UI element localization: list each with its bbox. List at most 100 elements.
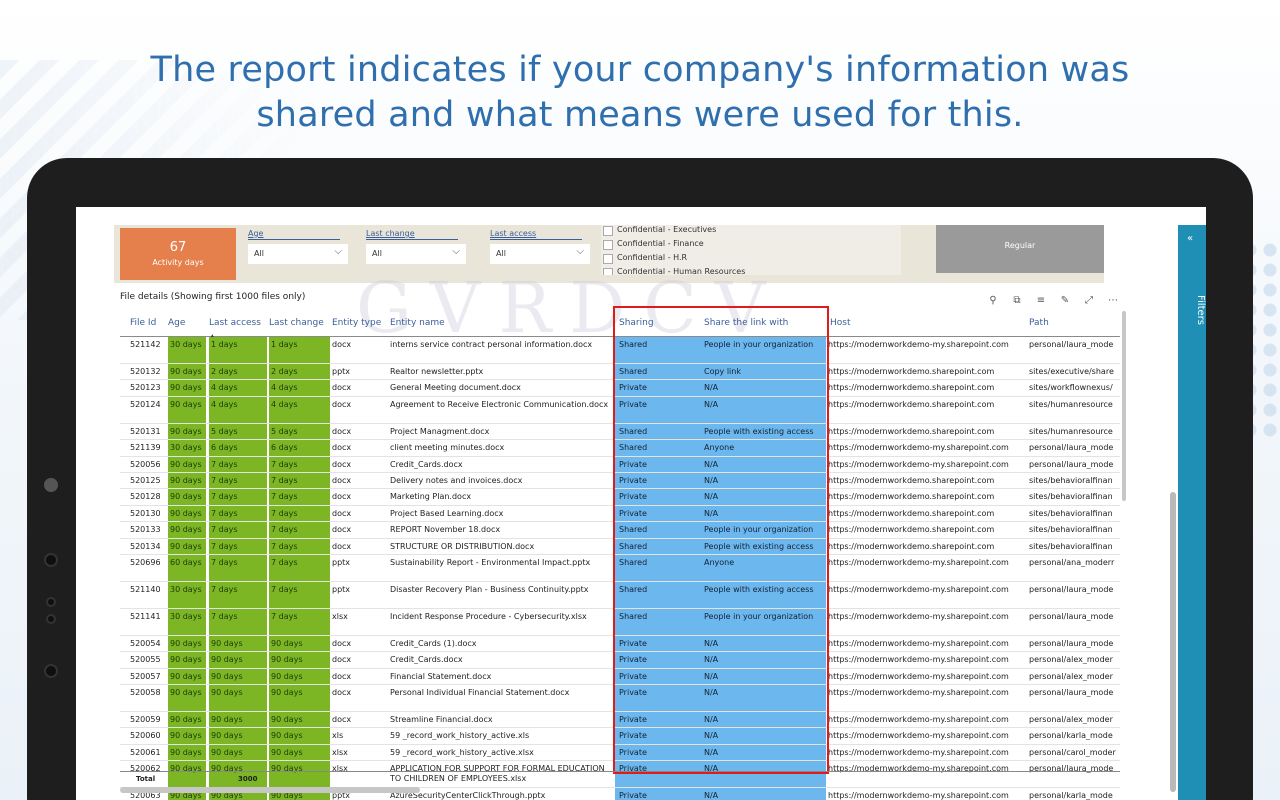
cell-host: https://modernworkdemo-my.sharepoint.com <box>828 747 1009 757</box>
cell-share-link-with: N/A <box>700 788 826 800</box>
cell-host: https://modernworkdemo.sharepoint.com <box>828 508 995 518</box>
col-age[interactable]: Age <box>168 318 185 328</box>
kpi-label: Activity days <box>152 258 204 267</box>
cell-path: personal/carol_moder <box>1029 747 1116 757</box>
table-row[interactable]: 520128 90 days 7 days 7 days docx Marketing P… <box>120 489 1120 506</box>
cell-share-link-with: N/A <box>700 652 826 668</box>
regular-button[interactable]: Regular <box>936 225 1104 273</box>
col-entity-type[interactable]: Entity type <box>332 318 381 328</box>
filter-icon[interactable]: ≡ <box>1034 295 1048 309</box>
col-host[interactable]: Host <box>830 318 851 328</box>
cell-sharing: Shared <box>615 337 701 363</box>
table-row[interactable]: 520061 90 days 90 days 90 days xlsx 59 _recor… <box>120 744 1120 762</box>
cell-entity-type: docx <box>332 399 352 409</box>
cell-last-change: 7 days <box>269 456 330 472</box>
cell-path: personal/laura_mode <box>1029 459 1114 469</box>
col-file-id[interactable]: File Id <box>130 318 156 328</box>
table-body: 521142 30 days 1 days 1 days docx interns ser… <box>120 337 1120 800</box>
cell-host: https://modernworkdemo.sharepoint.com <box>828 475 995 485</box>
table-row[interactable]: 520054 90 days 90 days 90 days docx Credit_Ca… <box>120 635 1120 653</box>
cell-file-id: 520125 <box>130 475 161 485</box>
col-sharing[interactable]: Sharing <box>619 318 654 328</box>
table-row[interactable]: 520124 90 days 4 days 4 days docx Agreement t… <box>120 396 1120 424</box>
cell-sharing: Private <box>615 685 701 712</box>
cell-entity-name: Project Based Learning.docx <box>390 508 504 518</box>
cell-path: sites/workflownexus/ <box>1029 383 1113 393</box>
cell-entity-type: docx <box>332 525 352 535</box>
table-row[interactable]: 520057 90 days 90 days 90 days docx Financial… <box>120 668 1120 686</box>
cell-file-id: 520133 <box>130 525 161 535</box>
copy-icon[interactable]: ⧉ <box>1010 295 1024 309</box>
cell-entity-name: Credit_Cards.docx <box>390 459 463 469</box>
vertical-scrollbar[interactable] <box>1122 311 1126 501</box>
cell-entity-name: AzureSecurityCenterClickThrough.pptx <box>390 791 546 800</box>
col-path[interactable]: Path <box>1029 318 1049 328</box>
cell-host: https://modernworkdemo-my.sharepoint.com <box>828 340 1009 349</box>
last-change-dropdown[interactable]: All ⌵ <box>366 244 466 264</box>
table-row[interactable]: 520133 90 days 7 days 7 days docx REPORT Nove… <box>120 522 1120 539</box>
cell-entity-type: docx <box>332 655 352 665</box>
col-last-access[interactable]: Last access <box>209 318 261 328</box>
collapse-icon[interactable]: « <box>1187 233 1193 244</box>
cell-sharing: Shared <box>615 364 701 380</box>
cell-path: sites/humanresource <box>1029 426 1113 436</box>
cell-host: https://modernworkdemo-my.sharepoint.com <box>828 611 1009 621</box>
cell-share-link-with: N/A <box>700 396 826 423</box>
cell-file-id: 520059 <box>130 715 161 725</box>
label-checkbox[interactable]: Confidential - Executives <box>601 225 901 239</box>
filters-pane[interactable]: « Filters <box>1178 225 1206 800</box>
table-row[interactable]: 520058 90 days 90 days 90 days docx Personal … <box>120 685 1120 713</box>
cell-file-id: 520055 <box>130 655 161 665</box>
cell-path: personal/alex_moder <box>1029 655 1113 665</box>
cell-last-access: 7 days <box>209 456 267 472</box>
cell-path: personal/alex_moder <box>1029 715 1113 725</box>
cell-file-id: 520128 <box>130 492 161 502</box>
format-icon[interactable]: ✎ <box>1058 295 1072 309</box>
horizontal-scrollbar[interactable] <box>120 787 420 793</box>
last-access-dropdown[interactable]: All ⌵ <box>490 244 590 264</box>
slicer-title: Last change <box>366 229 458 240</box>
table-row[interactable]: 520130 90 days 7 days 7 days docx Project Bas… <box>120 505 1120 523</box>
table-row[interactable]: 520056 90 days 7 days 7 days docx Credit_Card… <box>120 456 1120 473</box>
page-scrollbar[interactable] <box>1170 492 1176 792</box>
cell-entity-type: xlsx <box>332 611 348 621</box>
label-checkbox[interactable]: Confidential - Finance <box>601 239 901 253</box>
col-entity-name[interactable]: Entity name <box>390 318 445 328</box>
more-options-icon[interactable]: ⋯ <box>1106 295 1120 309</box>
focus-mode-icon[interactable]: ⤢ <box>1082 295 1096 309</box>
table-row[interactable]: 520123 90 days 4 days 4 days docx General Mee… <box>120 380 1120 397</box>
cell-last-change: 90 days <box>269 712 330 728</box>
cell-last-change: 1 days <box>269 337 330 363</box>
slicer-title: Last access <box>490 229 582 240</box>
table-row[interactable]: 520696 60 days 7 days 7 days pptx Sustainabil… <box>120 554 1120 582</box>
cell-share-link-with: N/A <box>700 380 826 396</box>
table-row[interactable]: 520125 90 days 7 days 7 days docx Delivery no… <box>120 472 1120 490</box>
table-row[interactable]: 520131 90 days 5 days 5 days docx Project Man… <box>120 423 1120 441</box>
cell-last-change: 7 days <box>269 505 330 522</box>
age-dropdown[interactable]: All ⌵ <box>248 244 348 264</box>
table-row[interactable]: 520132 90 days 2 days 2 days pptx Realtor new… <box>120 364 1120 381</box>
col-last-change[interactable]: Last change <box>269 318 324 328</box>
table-row[interactable]: 521141 30 days 7 days 7 days xlsx Incident Re… <box>120 608 1120 636</box>
cell-path: personal/laura_mode <box>1029 611 1114 621</box>
table-row[interactable]: 520060 90 days 90 days 90 days xls 59 _record… <box>120 728 1120 745</box>
table-row[interactable]: 520059 90 days 90 days 90 days docx Streamlin… <box>120 712 1120 729</box>
table-row[interactable]: 521140 30 days 7 days 7 days pptx Disaster Re… <box>120 581 1120 609</box>
cell-last-change: 4 days <box>269 396 330 423</box>
kpi-card[interactable]: 67 Activity days <box>120 228 236 280</box>
cell-age: 90 days <box>168 635 206 652</box>
table-row[interactable]: 520055 90 days 90 days 90 days docx Credit_Ca… <box>120 652 1120 669</box>
table-row[interactable]: 521139 30 days 6 days 6 days docx client meet… <box>120 440 1120 457</box>
table-row[interactable]: 521142 30 days 1 days 1 days docx interns ser… <box>120 337 1120 364</box>
cell-sharing: Private <box>615 489 701 505</box>
table-row[interactable]: 520134 90 days 7 days 7 days docx STRUCTURE O… <box>120 538 1120 555</box>
cell-file-id: 520696 <box>130 557 161 567</box>
label-checkbox[interactable]: Confidential - H.R <box>601 253 901 267</box>
pin-icon[interactable]: ⚲ <box>986 295 1000 309</box>
cell-share-link-with: People with existing access <box>700 423 826 440</box>
cell-path: sites/behavioralfinan <box>1029 525 1113 535</box>
cell-share-link-with: People with existing access <box>700 538 826 554</box>
col-share-link-with[interactable]: Share the link with <box>704 318 788 328</box>
cell-sharing: Shared <box>615 538 701 554</box>
cell-file-id: 521142 <box>130 340 161 349</box>
